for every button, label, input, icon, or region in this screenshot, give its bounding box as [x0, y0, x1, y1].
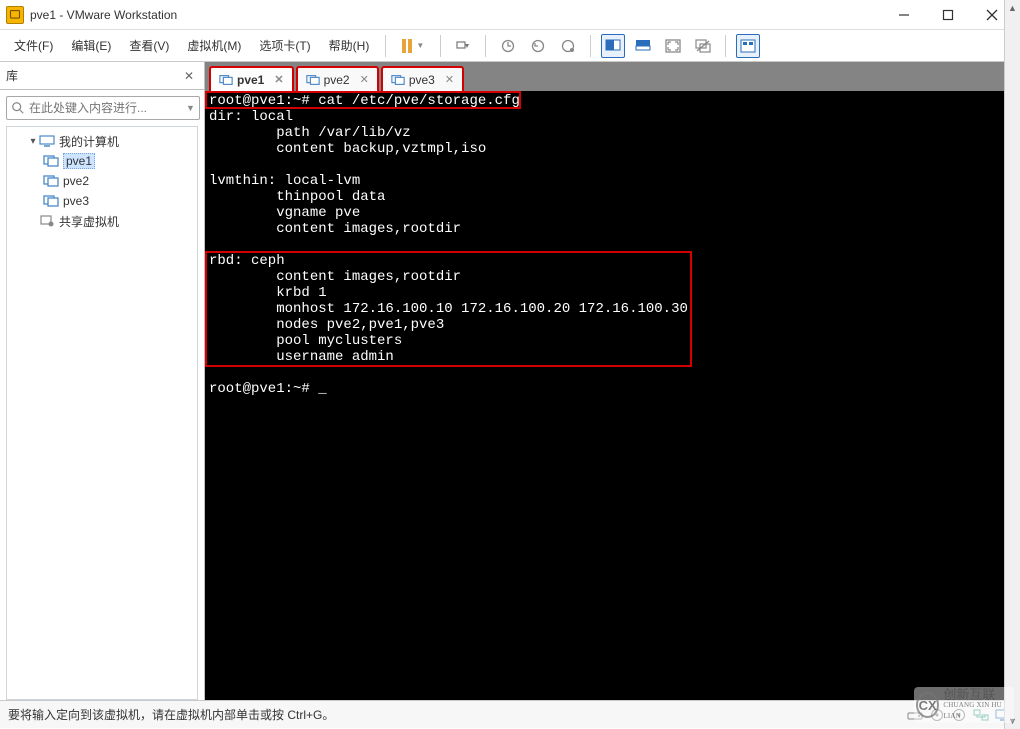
separator [590, 35, 591, 57]
terminal-line: root@pve1:~# cat /etc/pve/storage.cfg [205, 93, 1020, 109]
sidebar: 库 ✕ ▼ ▾ 我的计算机 pve1 pve2 [0, 62, 205, 700]
sidebar-title: 库 [6, 67, 180, 84]
menu-vm[interactable]: 虚拟机(M) [179, 33, 249, 58]
search-icon [11, 101, 25, 115]
vertical-scrollbar[interactable]: ▲ ▼ [1004, 0, 1020, 729]
watermark-brand: 创新互联 [943, 689, 1012, 700]
watermark-icon: CX [916, 692, 939, 718]
snapshot-button[interactable] [496, 34, 520, 58]
computer-icon [39, 134, 55, 148]
terminal[interactable]: root@pve1:~# cat /etc/pve/storage.cfg di… [205, 91, 1020, 700]
tab-label: pve2 [324, 73, 350, 87]
send-ctrl-alt-del-button[interactable] [451, 34, 475, 58]
vm-icon [43, 154, 59, 168]
terminal-output: dir: local path /var/lib/vz content back… [205, 109, 1020, 397]
title-bar: pve1 - VMware Workstation [0, 0, 1020, 30]
maximize-button[interactable] [926, 1, 970, 29]
fullscreen-button[interactable] [661, 34, 685, 58]
tab-close-button[interactable]: ✕ [360, 73, 369, 86]
sidebar-close-button[interactable]: ✕ [180, 69, 198, 83]
tree-label: 我的计算机 [59, 133, 119, 150]
menu-tabs[interactable]: 选项卡(T) [251, 33, 318, 58]
tree-label: 共享虚拟机 [59, 213, 119, 230]
tree-node-pve2[interactable]: pve2 [9, 171, 195, 191]
separator [725, 35, 726, 57]
search-input[interactable] [29, 101, 184, 115]
main-area: 库 ✕ ▼ ▾ 我的计算机 pve1 pve2 [0, 62, 1020, 700]
snapshot-manager-button[interactable] [556, 34, 580, 58]
watermark-sub: CHUANG XIN HU LIAN [943, 700, 1012, 722]
view-console-button[interactable] [601, 34, 625, 58]
tree-node-pve3[interactable]: pve3 [9, 191, 195, 211]
tab-pve1[interactable]: pve1 ✕ [209, 66, 294, 91]
statusbar: 要将输入定向到该虚拟机，请在虚拟机内部单击或按 Ctrl+G。 [0, 700, 1020, 728]
tab-label: pve3 [409, 73, 435, 87]
sidebar-header: 库 ✕ [0, 62, 204, 90]
tabs-row: pve1 ✕ pve2 ✕ pve3 ✕ [205, 62, 1020, 91]
shared-vm-icon [39, 214, 55, 228]
view-unity-button[interactable] [631, 34, 655, 58]
window-title: pve1 - VMware Workstation [30, 8, 882, 22]
minimize-button[interactable] [882, 1, 926, 29]
vm-icon [43, 194, 59, 208]
vm-icon [219, 74, 233, 86]
scrollbar-track[interactable] [1005, 16, 1020, 713]
separator [385, 35, 386, 57]
pause-icon [402, 39, 412, 53]
tree-label: pve1 [63, 153, 95, 169]
tab-label: pve1 [237, 73, 264, 87]
collapse-icon[interactable]: ▾ [27, 136, 39, 147]
app-icon [6, 6, 24, 24]
tree-label: pve3 [63, 194, 89, 208]
sidebar-search: ▼ [0, 90, 204, 126]
snapshot-revert-button[interactable] [526, 34, 550, 58]
tab-pve3[interactable]: pve3 ✕ [381, 66, 464, 91]
separator [440, 35, 441, 57]
vm-icon [43, 174, 59, 188]
tab-pve2[interactable]: pve2 ✕ [296, 66, 379, 91]
content-area: pve1 ✕ pve2 ✕ pve3 ✕ root@pve1:~# cat /e… [205, 62, 1020, 700]
separator [485, 35, 486, 57]
menu-file[interactable]: 文件(F) [6, 33, 61, 58]
chevron-down-icon: ▼ [416, 41, 424, 50]
menubar: 文件(F) 编辑(E) 查看(V) 虚拟机(M) 选项卡(T) 帮助(H) ▼ [0, 30, 1020, 62]
tree-node-pve1[interactable]: pve1 [9, 151, 195, 171]
view-cycle-button[interactable] [691, 34, 715, 58]
menu-view[interactable]: 查看(V) [121, 33, 177, 58]
tree-label: pve2 [63, 174, 89, 188]
pause-button[interactable]: ▼ [398, 37, 428, 55]
chevron-down-icon[interactable]: ▼ [186, 103, 195, 113]
thumbnail-view-button[interactable] [736, 34, 760, 58]
tree-node-my-computer[interactable]: ▾ 我的计算机 [9, 131, 195, 151]
scroll-up-icon[interactable]: ▲ [1005, 0, 1020, 16]
menu-edit[interactable]: 编辑(E) [63, 33, 119, 58]
vm-icon [391, 74, 405, 86]
vm-icon [306, 74, 320, 86]
tab-close-button[interactable]: ✕ [445, 73, 454, 86]
watermark: CX 创新互联 CHUANG XIN HU LIAN [914, 687, 1014, 723]
status-text: 要将输入定向到该虚拟机，请在虚拟机内部单击或按 Ctrl+G。 [8, 706, 906, 723]
search-box[interactable]: ▼ [6, 96, 200, 120]
menu-help[interactable]: 帮助(H) [321, 33, 378, 58]
tab-close-button[interactable]: ✕ [274, 73, 283, 86]
library-tree: ▾ 我的计算机 pve1 pve2 pve3 共享虚拟机 [6, 126, 198, 700]
tree-node-shared[interactable]: 共享虚拟机 [9, 211, 195, 231]
